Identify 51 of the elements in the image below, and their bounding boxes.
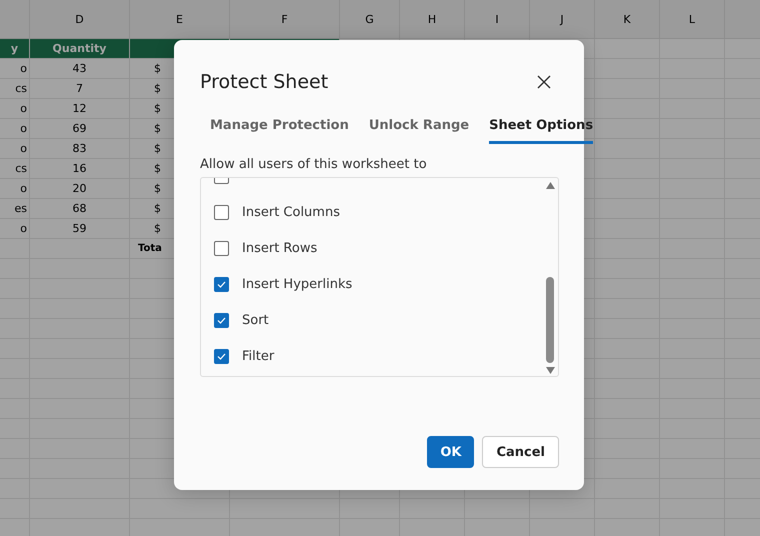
table-cell: cs bbox=[0, 159, 30, 178]
tab[interactable]: Unlock Range bbox=[368, 112, 470, 144]
option-label: Insert Hyperlinks bbox=[242, 276, 352, 292]
column-header: H bbox=[400, 0, 465, 38]
table-cell: 43 bbox=[30, 59, 130, 78]
column-header: J bbox=[530, 0, 595, 38]
table-cell: o bbox=[0, 99, 30, 118]
column-header: I bbox=[465, 0, 530, 38]
table-cell: 68 bbox=[30, 199, 130, 218]
check-icon bbox=[217, 352, 226, 360]
table-cell: 12 bbox=[30, 99, 130, 118]
table-cell: 69 bbox=[30, 119, 130, 138]
table-cell: o bbox=[0, 179, 30, 198]
column-header: L bbox=[660, 0, 725, 38]
table-cell: cs bbox=[0, 79, 30, 98]
table-header-cell: y bbox=[0, 39, 30, 58]
table-cell: 20 bbox=[30, 179, 130, 198]
check-icon bbox=[217, 280, 226, 288]
tab[interactable]: Sheet Options bbox=[489, 112, 594, 144]
checkbox[interactable] bbox=[214, 312, 229, 328]
checkbox[interactable] bbox=[214, 204, 229, 220]
table-cell: o bbox=[0, 59, 30, 78]
scroll-down-icon[interactable] bbox=[546, 367, 554, 374]
column-header: D bbox=[30, 0, 130, 38]
column-header: F bbox=[230, 0, 340, 38]
cancel-button[interactable]: Cancel bbox=[482, 436, 559, 468]
close-icon bbox=[537, 75, 551, 89]
scrollbar-thumb[interactable] bbox=[546, 277, 554, 363]
table-cell: 7 bbox=[30, 79, 130, 98]
check-icon bbox=[217, 316, 226, 324]
ok-button[interactable]: OK bbox=[427, 436, 474, 468]
checkbox[interactable] bbox=[214, 348, 229, 364]
option-label: Insert Rows bbox=[242, 240, 318, 256]
column-header: K bbox=[595, 0, 660, 38]
option-label: Insert Columns bbox=[242, 204, 340, 220]
table-cell: 16 bbox=[30, 159, 130, 178]
table-cell: o bbox=[0, 219, 30, 238]
table-cell: 59 bbox=[30, 219, 130, 238]
checkbox[interactable] bbox=[214, 276, 229, 292]
column-header: E bbox=[130, 0, 230, 38]
table-cell: o bbox=[0, 139, 30, 158]
column-header: G bbox=[340, 0, 400, 38]
option-label: Sort bbox=[242, 312, 269, 328]
table-header-cell: Quantity bbox=[30, 39, 130, 58]
option-label: Filter bbox=[242, 348, 274, 364]
checkbox[interactable] bbox=[214, 240, 229, 256]
table-cell-text: Tota bbox=[137, 243, 162, 254]
table-cell: 83 bbox=[30, 139, 130, 158]
table-cell: es bbox=[0, 199, 30, 218]
table-cell: o bbox=[0, 119, 30, 138]
scroll-up-icon[interactable] bbox=[546, 182, 554, 189]
